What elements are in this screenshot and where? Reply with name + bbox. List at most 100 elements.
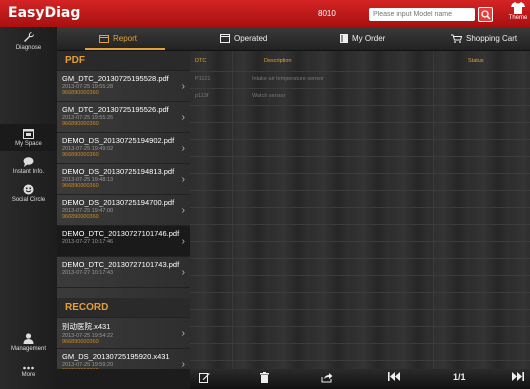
search-button[interactable] [478, 7, 493, 22]
table-row [190, 106, 530, 123]
tab-label: My Order [352, 34, 386, 43]
chevron-right-icon: › [181, 267, 185, 278]
chevron-right-icon: › [181, 236, 185, 247]
search-icon [481, 10, 491, 20]
tray-icon [220, 34, 230, 44]
column-header-status: Status [468, 58, 484, 64]
last-page-button[interactable] [512, 372, 524, 383]
record-section-header: RECORD [57, 298, 190, 318]
table-row [190, 191, 530, 208]
calendar-icon [23, 129, 34, 139]
file-id: 966890000360 [62, 90, 99, 96]
page-indicator: 1/1 [453, 372, 466, 382]
nav-label: Diagnose [15, 45, 42, 51]
file-item[interactable]: DEMO_DS_20130725194813.pdf 2013-07-25 19… [57, 164, 190, 195]
model-search-input[interactable] [369, 8, 475, 21]
file-item[interactable]: 别动医院.x431 2013-07-25 19:54:22 9668900003… [57, 318, 190, 349]
first-page-button[interactable] [388, 372, 400, 383]
share-button[interactable] [321, 372, 333, 385]
table-row [190, 208, 530, 225]
edit-button[interactable] [199, 372, 210, 385]
chevron-right-icon: › [181, 205, 185, 216]
file-id: 966890000360 [62, 368, 190, 369]
file-id: 966890000360 [62, 121, 99, 127]
file-list: PDF GM_DTC_20130725195528.pdf 2013-07-25… [57, 51, 190, 369]
tab-report[interactable]: Report [99, 27, 137, 50]
theme-label: Theme [508, 15, 528, 21]
report-icon [99, 35, 109, 44]
tab-label: Operated [234, 34, 268, 43]
share-icon [321, 373, 333, 383]
file-name: DEMO_DTC_20130727101743.pdf [62, 260, 180, 269]
book-icon [340, 34, 348, 44]
dtc-description: Watch sensor [252, 93, 286, 99]
file-name: DEMO_DTC_20130727101746.pdf [62, 229, 180, 238]
theme-button[interactable]: Theme [507, 2, 529, 21]
file-date: 2013-07-27 10:17:46 [62, 239, 114, 245]
tab-my-order[interactable]: My Order [340, 27, 385, 50]
chevron-right-icon: › [181, 328, 185, 339]
file-id: 966890000360 [62, 183, 99, 189]
nav-label: My Space [15, 141, 42, 147]
file-item[interactable]: DEMO_DTC_20130727101743.pdf 2013-07-27 1… [57, 257, 190, 288]
chevron-right-icon: › [181, 81, 185, 92]
tab-operated[interactable]: Operated [220, 27, 267, 50]
chevron-right-icon: › [181, 112, 185, 123]
nav-label: Social Circle [11, 197, 46, 203]
table-row [190, 310, 530, 327]
nav-label: More [21, 372, 36, 378]
file-item[interactable]: GM_DS_20130725195920.x431 2013-07-25 19:… [57, 349, 190, 369]
nav-my-space[interactable]: My Space [0, 124, 57, 151]
table-row [190, 327, 530, 344]
table-row [190, 123, 530, 140]
wrench-icon [23, 31, 34, 42]
dtc-code: p113f [195, 93, 209, 99]
bottom-toolbar: 1/1 [190, 369, 530, 389]
tab-label: Shopping Cart [466, 34, 518, 43]
left-nav: Diagnose My Space Instant Info. Social C… [0, 27, 57, 389]
table-row [190, 174, 530, 191]
table-row: p113f Watch sensor [190, 89, 530, 106]
nav-more[interactable]: More [0, 366, 57, 378]
file-id: 966890000360 [62, 214, 99, 220]
table-row [190, 293, 530, 310]
file-name: 别动医院.x431 [62, 322, 111, 331]
skip-back-icon [388, 372, 400, 381]
ellipsis-icon [23, 366, 34, 370]
active-tab-indicator [85, 48, 165, 50]
file-item[interactable]: DEMO_DS_20130725194902.pdf 2013-07-25 19… [57, 133, 190, 164]
top-bar: EasyDiag 8010 Theme [0, 0, 530, 27]
file-item[interactable]: DEMO_DS_20130725194700.pdf 2013-07-25 19… [57, 195, 190, 226]
delete-button[interactable] [260, 372, 269, 385]
nav-social-circle[interactable]: Social Circle [0, 184, 57, 203]
table-row [190, 344, 530, 361]
nav-diagnose[interactable]: Diagnose [0, 31, 57, 51]
file-item[interactable]: GM_DTC_20130725195526.pdf 2013-07-25 19:… [57, 102, 190, 133]
file-id: 966890000360 [62, 152, 99, 158]
table-header-row: DTC Description Status [190, 51, 530, 72]
nav-label: Management [10, 346, 47, 352]
file-name: GM_DTC_20130725195528.pdf [62, 74, 169, 83]
nav-instant-info[interactable]: Instant Info. [0, 157, 57, 175]
dtc-code: P1121 [195, 76, 211, 82]
table-row [190, 140, 530, 157]
serial-code: 8010 [318, 9, 336, 18]
tab-label: Report [113, 34, 138, 43]
table-row [190, 157, 530, 174]
file-id: 966890000360 [62, 339, 99, 345]
table-row [190, 259, 530, 276]
dtc-description: Intake air temperature sensor [252, 76, 324, 82]
cart-icon [451, 34, 463, 44]
file-item-selected[interactable]: DEMO_DTC_20130727101746.pdf 2013-07-27 1… [57, 226, 190, 257]
table-row [190, 242, 530, 259]
nav-management[interactable]: Management [0, 333, 57, 352]
table-row [190, 225, 530, 242]
file-item[interactable]: GM_DTC_20130725195528.pdf 2013-07-25 19:… [57, 71, 190, 102]
app-logo: EasyDiag [8, 5, 81, 21]
chat-icon [23, 157, 34, 167]
column-header-dtc: DTC [195, 58, 207, 64]
file-name: GM_DTC_20130725195526.pdf [62, 105, 169, 114]
tab-shopping-cart[interactable]: Shopping Cart [451, 27, 517, 50]
person-icon [23, 333, 34, 344]
pdf-section-header: PDF [57, 51, 190, 71]
